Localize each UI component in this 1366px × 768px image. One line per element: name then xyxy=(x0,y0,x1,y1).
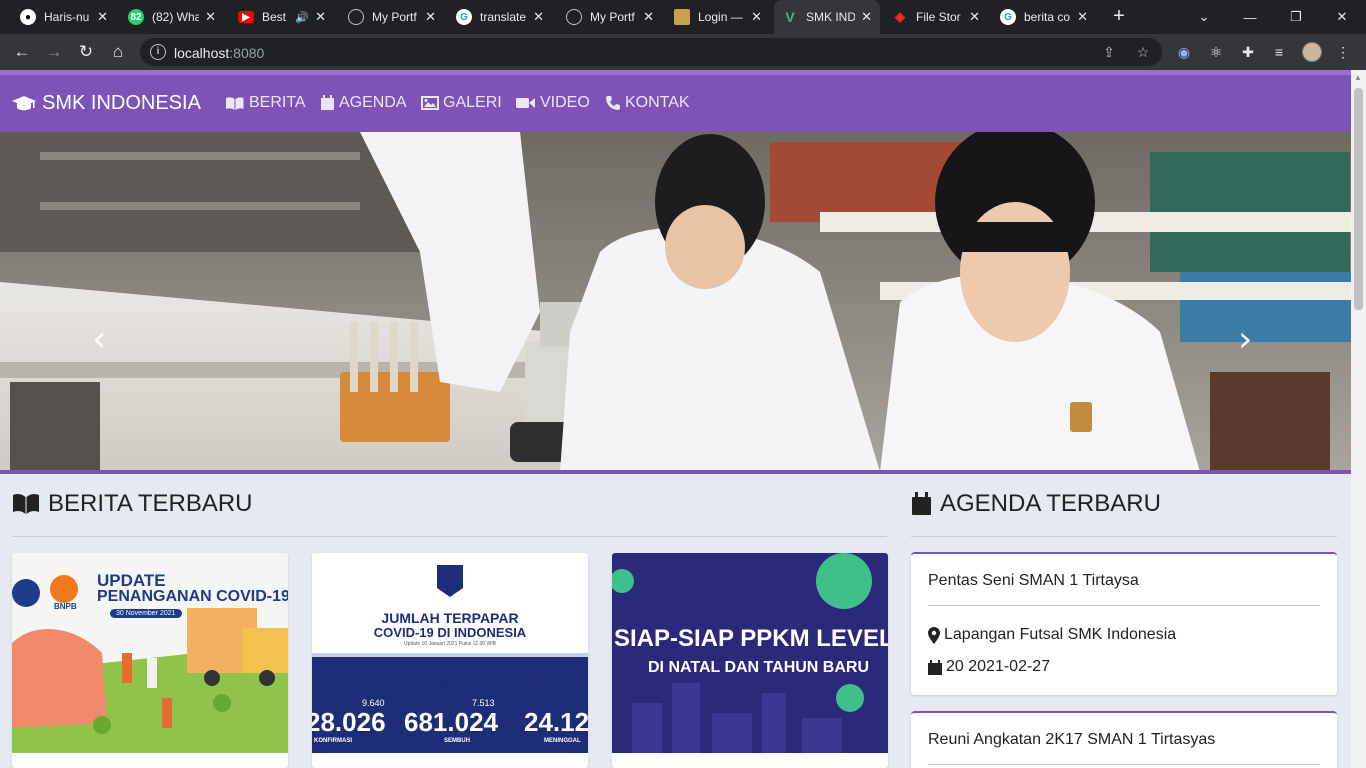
bank-icon xyxy=(674,9,690,25)
close-window-button[interactable]: ✕ xyxy=(1320,0,1364,34)
section-divider xyxy=(12,536,887,537)
github-icon: ● xyxy=(20,9,36,25)
agenda-card[interactable]: Pentas Seni SMAN 1 Tirtaysa Lapangan Fut… xyxy=(911,552,1337,695)
share-icon[interactable]: ⇪ xyxy=(1100,43,1118,61)
news-card[interactable]: UPDATE PENANGANAN COVID-19 30 November 2… xyxy=(12,553,288,768)
agenda-item-date: 20 2021-02-27 xyxy=(928,658,1050,676)
back-button[interactable]: ← xyxy=(10,40,34,64)
nav-video[interactable]: VIDEO xyxy=(516,94,590,112)
minimize-button[interactable]: — xyxy=(1228,0,1272,34)
agenda-divider xyxy=(928,605,1320,606)
carousel-next-arrow[interactable]: › xyxy=(1238,319,1252,360)
youtube-icon: ▶ xyxy=(238,11,254,23)
news-card-image: UPDATE PENANGANAN COVID-19 30 November 2… xyxy=(12,553,288,753)
nav-agenda[interactable]: AGENDA xyxy=(320,94,407,112)
new-tab-button[interactable]: + xyxy=(1108,5,1130,27)
vue-icon: V xyxy=(785,9,795,25)
agenda-card[interactable]: Reuni Angkatan 2K17 SMAN 1 Tirtasyas xyxy=(911,711,1337,768)
close-icon[interactable]: ✕ xyxy=(533,9,544,25)
close-icon[interactable]: ✕ xyxy=(861,9,872,25)
browser-tab[interactable]: G translate ✕ xyxy=(448,0,552,34)
restore-button[interactable]: ❐ xyxy=(1274,0,1318,34)
google-icon: G xyxy=(456,9,472,25)
agenda-item-location: Lapangan Futsal SMK Indonesia xyxy=(928,626,1176,644)
hero-bottom-border xyxy=(0,470,1351,474)
reading-list-icon[interactable]: ≡ xyxy=(1270,43,1288,61)
close-icon[interactable]: ✕ xyxy=(1077,9,1088,25)
close-icon[interactable]: ✕ xyxy=(97,9,108,25)
close-icon[interactable]: ✕ xyxy=(315,9,326,25)
hero-lab-photo xyxy=(0,132,1351,472)
browser-tab[interactable]: Login — ✕ xyxy=(666,0,770,34)
agenda-section-title: AGENDA TERBARU xyxy=(911,490,1161,518)
agenda-divider xyxy=(928,764,1320,765)
reload-button[interactable]: ↻ xyxy=(74,40,98,64)
calendar-icon xyxy=(912,492,931,515)
ppkm-illustration xyxy=(612,553,872,753)
map-marker-icon xyxy=(928,626,940,644)
google-icon: G xyxy=(1000,9,1016,25)
graduation-cap-icon xyxy=(12,95,36,110)
section-divider xyxy=(911,536,1337,537)
book-open-icon xyxy=(13,493,39,514)
news-card-image: JUMLAH TERPAPAR COVID-19 DI INDONESIA Up… xyxy=(312,553,588,753)
address-bar[interactable]: i localhost:8080 ⇪ ☆ xyxy=(140,38,1162,66)
react-devtools-icon[interactable]: ⚛ xyxy=(1207,43,1225,61)
browser-tab[interactable]: G berita co ✕ xyxy=(992,0,1096,34)
site-navbar: SMK INDONESIA BERITA AGENDA GALERI VIDEO… xyxy=(0,70,1351,132)
close-icon[interactable]: ✕ xyxy=(425,9,436,25)
carousel-prev-arrow[interactable]: ‹ xyxy=(92,319,106,360)
close-icon[interactable]: ✕ xyxy=(751,9,762,25)
news-card-image: SIAP-SIAP PPKM LEVEL 3 DI NATAL DAN TAHU… xyxy=(612,553,888,753)
book-open-icon xyxy=(226,96,244,110)
site-brand[interactable]: SMK INDONESIA xyxy=(12,92,201,115)
home-button[interactable]: ⌂ xyxy=(106,40,130,64)
news-card[interactable]: JUMLAH TERPAPAR COVID-19 DI INDONESIA Up… xyxy=(312,553,588,768)
nav-galeri[interactable]: GALERI xyxy=(421,94,502,112)
image-icon xyxy=(421,96,439,110)
site-info-icon[interactable]: i xyxy=(150,44,166,60)
calendar-icon xyxy=(928,659,942,675)
extensions-puzzle-icon[interactable]: ✚ xyxy=(1239,43,1257,61)
close-icon[interactable]: ✕ xyxy=(205,9,216,25)
bookmark-star-icon[interactable]: ☆ xyxy=(1134,43,1152,61)
page-viewport: SMK INDONESIA BERITA AGENDA GALERI VIDEO… xyxy=(0,70,1351,768)
close-icon[interactable]: ✕ xyxy=(643,9,654,25)
laravel-icon: ◈ xyxy=(895,9,905,24)
browser-tab[interactable]: 82 (82) Wha ✕ xyxy=(120,0,224,34)
news-card[interactable]: SIAP-SIAP PPKM LEVEL 3 DI NATAL DAN TAHU… xyxy=(612,553,888,768)
whatsapp-icon: 82 xyxy=(128,9,144,25)
page-scrollbar[interactable]: ▲ xyxy=(1351,70,1366,768)
phone-icon xyxy=(606,96,620,110)
browser-tab[interactable]: ◈ File Stor ✕ xyxy=(884,0,988,34)
scroll-up-arrow[interactable]: ▲ xyxy=(1354,73,1362,82)
hero-carousel[interactable]: ‹ › xyxy=(0,132,1351,472)
extension-icon[interactable]: ◉ xyxy=(1175,43,1193,61)
globe-icon xyxy=(348,9,364,25)
browser-tab-active[interactable]: V SMK IND ✕ xyxy=(774,0,880,34)
tab-search-icon[interactable]: ⌄ xyxy=(1182,0,1226,34)
agenda-item-title: Reuni Angkatan 2K17 SMAN 1 Tirtasyas xyxy=(928,731,1216,748)
nav-kontak[interactable]: KONTAK xyxy=(605,94,690,112)
browser-tab[interactable]: My Portf ✕ xyxy=(340,0,444,34)
berita-section-title: BERITA TERBARU xyxy=(12,490,253,518)
scrollbar-thumb[interactable] xyxy=(1354,88,1363,310)
agenda-item-title: Pentas Seni SMAN 1 Tirtaysa xyxy=(928,572,1139,589)
forward-button[interactable]: → xyxy=(42,40,66,64)
video-camera-icon xyxy=(516,98,535,108)
calendar-icon xyxy=(321,95,334,110)
browser-toolbar: ← → ↻ ⌂ i localhost:8080 ⇪ ☆ ◉ ⚛ ✚ ≡ ⋮ xyxy=(0,34,1366,70)
globe-icon xyxy=(566,9,582,25)
menu-kebab-icon[interactable]: ⋮ xyxy=(1334,43,1352,61)
browser-tab-strip: ● Haris-nu ✕ 82 (82) Wha ✕ ▶ Best 🔊 ✕ My… xyxy=(0,0,1366,34)
browser-tab[interactable]: ▶ Best 🔊 ✕ xyxy=(230,0,334,34)
audio-playing-icon[interactable]: 🔊 xyxy=(295,11,309,24)
browser-tab[interactable]: ● Haris-nu ✕ xyxy=(12,0,116,34)
url-text: localhost:8080 xyxy=(174,45,265,61)
close-icon[interactable]: ✕ xyxy=(969,9,980,25)
nav-berita[interactable]: BERITA xyxy=(225,94,306,112)
browser-tab[interactable]: My Portf ✕ xyxy=(558,0,662,34)
profile-avatar[interactable] xyxy=(1302,42,1322,62)
